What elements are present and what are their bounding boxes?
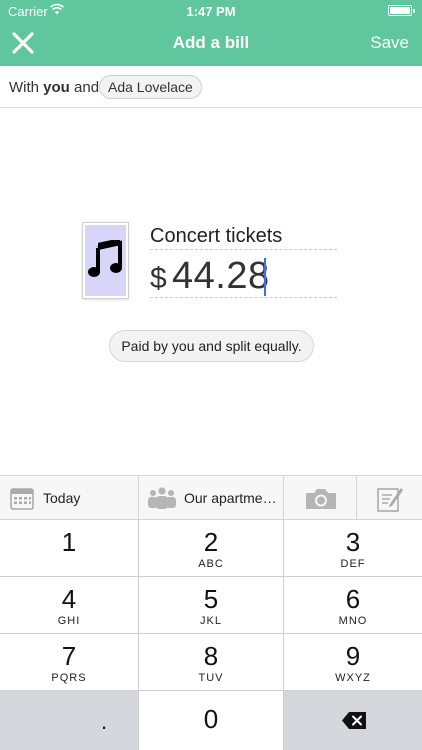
status-time: 1:47 PM bbox=[186, 4, 236, 19]
notes-icon bbox=[377, 488, 403, 512]
date-button[interactable]: Today bbox=[0, 476, 139, 520]
key-1[interactable]: 1 bbox=[0, 520, 139, 577]
category-button[interactable] bbox=[83, 223, 128, 298]
key-3[interactable]: 3 DEF bbox=[284, 520, 422, 577]
save-button[interactable]: Save bbox=[370, 33, 409, 53]
key-decimal[interactable]: . bbox=[0, 691, 139, 750]
group-label: Our apartme… bbox=[184, 490, 277, 506]
key-0[interactable]: 0 bbox=[139, 691, 284, 750]
camera-icon bbox=[306, 489, 336, 509]
description-input[interactable]: Concert tickets bbox=[150, 223, 337, 250]
key-7[interactable]: 7 PQRS bbox=[0, 634, 139, 691]
group-button[interactable]: Our apartme… bbox=[139, 476, 284, 520]
key-6[interactable]: 6 MNO bbox=[284, 577, 422, 634]
backspace-key[interactable] bbox=[284, 691, 422, 750]
group-icon bbox=[148, 487, 176, 509]
calendar-icon bbox=[10, 488, 34, 510]
participants-row: With you and: Ada Lovelace bbox=[0, 66, 422, 108]
bill-toolbar: Today Our apartme… bbox=[0, 475, 422, 520]
text-caret bbox=[264, 258, 266, 296]
key-4[interactable]: 4 GHI bbox=[0, 577, 139, 634]
page-title: Add a bill bbox=[172, 33, 250, 52]
key-2[interactable]: 2 ABC bbox=[139, 520, 284, 577]
currency-symbol: $ bbox=[150, 262, 167, 295]
split-options-button[interactable]: Paid by you and split equally. bbox=[109, 330, 314, 362]
key-5[interactable]: 5 JKL bbox=[139, 577, 284, 634]
participant-chip[interactable]: Ada Lovelace bbox=[99, 75, 202, 99]
header: Carrier 1:47 PM Add a bill Save bbox=[0, 0, 422, 66]
notes-button[interactable] bbox=[357, 476, 422, 520]
with-label: With you and: bbox=[9, 79, 104, 96]
nav-bar: Add a bill Save bbox=[0, 22, 422, 66]
date-label: Today bbox=[43, 490, 81, 506]
key-8[interactable]: 8 TUV bbox=[139, 634, 284, 691]
numeric-keypad: 1 2 ABC 3 DEF 4 GHI 5 JKL 6 MNO 7 PQRS 8 TUV 9W… bbox=[0, 520, 422, 750]
status-bar: Carrier 1:47 PM bbox=[0, 0, 422, 22]
key-9[interactable]: 9 WXYZ bbox=[284, 634, 422, 691]
music-note-icon bbox=[88, 240, 122, 277]
add-photo-button[interactable] bbox=[284, 476, 357, 520]
battery-icon bbox=[388, 5, 415, 16]
backspace-icon bbox=[342, 712, 366, 729]
amount-value: 44.28 bbox=[172, 255, 270, 297]
amount-input[interactable]: $ 44.28 bbox=[150, 252, 337, 298]
